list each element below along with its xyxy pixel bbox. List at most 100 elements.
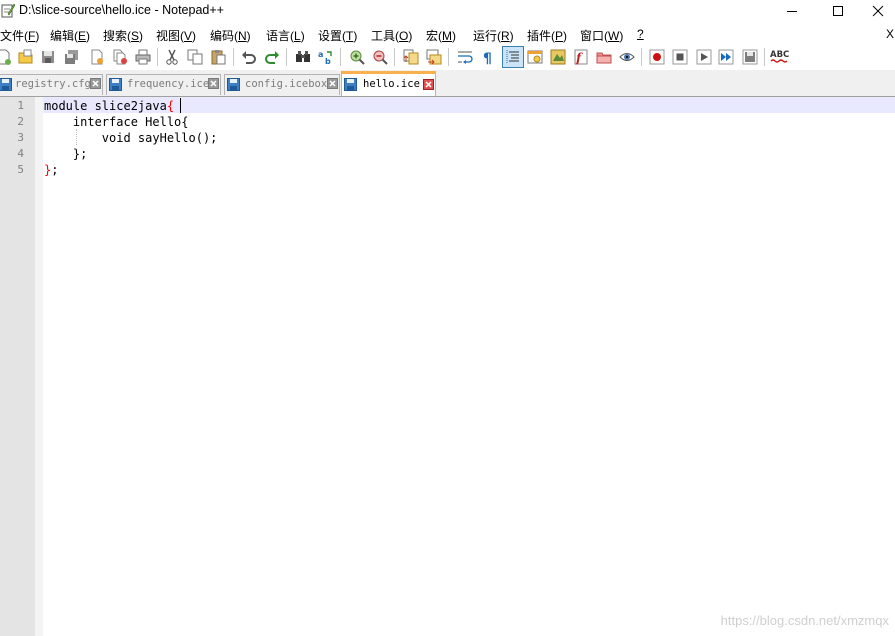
svg-text:a: a xyxy=(318,50,323,59)
toolbar-separator xyxy=(448,48,449,66)
line-number: 4 xyxy=(17,147,24,160)
svg-text:¶: ¶ xyxy=(483,51,492,65)
run-macro-multiple-button[interactable] xyxy=(716,47,736,67)
redo-icon xyxy=(265,51,279,64)
menu-window[interactable]: 窗口(W) xyxy=(580,27,623,44)
code-line: void sayHello(); xyxy=(44,131,218,145)
save-macro-icon xyxy=(742,49,758,65)
doc-map-icon xyxy=(550,49,566,65)
tab-bar: registry.cfg frequency.ice config.icebox… xyxy=(0,70,895,97)
print-button[interactable] xyxy=(133,47,153,67)
tab-close-icon[interactable] xyxy=(208,78,219,89)
menu-encoding[interactable]: 编码(N) xyxy=(210,27,251,44)
menu-search[interactable]: 搜索(S) xyxy=(103,27,143,44)
find-button[interactable] xyxy=(293,47,313,67)
paste-button[interactable] xyxy=(208,47,228,67)
word-wrap-button[interactable] xyxy=(455,47,475,67)
sync-vertical-icon xyxy=(403,49,419,65)
user-defined-language-button[interactable] xyxy=(525,47,545,67)
paste-icon xyxy=(211,50,226,65)
menu-file[interactable]: 文件(F) xyxy=(0,27,39,44)
document-map-button[interactable] xyxy=(548,47,568,67)
toolbar-separator xyxy=(641,48,642,66)
toolbar-separator xyxy=(233,48,234,66)
code-line: interface Hello{ xyxy=(44,115,189,129)
copy-button[interactable] xyxy=(185,47,205,67)
file-saved-icon xyxy=(0,78,12,91)
tab-close-icon[interactable] xyxy=(327,78,338,89)
menu-settings[interactable]: 设置(T) xyxy=(318,27,357,44)
open-file-button[interactable] xyxy=(16,47,36,67)
tab-close-icon[interactable] xyxy=(423,79,434,90)
zoom-out-icon xyxy=(373,50,388,65)
play-macro-button[interactable] xyxy=(694,47,714,67)
menu-run[interactable]: 运行(R) xyxy=(473,27,514,44)
print-icon xyxy=(135,49,151,65)
zoom-in-button[interactable] xyxy=(347,47,367,67)
close-file-button[interactable] xyxy=(87,47,107,67)
minimize-icon xyxy=(787,11,797,12)
save-button[interactable] xyxy=(38,47,58,67)
indent-guide-icon xyxy=(506,50,519,64)
monitoring-icon xyxy=(619,53,635,61)
run-macro-multiple-icon xyxy=(718,49,734,65)
sync-vertical-button[interactable] xyxy=(401,47,421,67)
close-icon xyxy=(91,49,103,65)
copy-icon xyxy=(187,49,203,65)
spell-check-label: ABC xyxy=(770,50,789,60)
redo-button[interactable] xyxy=(262,47,282,67)
toolbar-separator xyxy=(394,48,395,66)
new-file-button[interactable] xyxy=(0,47,14,67)
replace-icon: ab xyxy=(318,50,332,65)
text-editor[interactable]: module slice2java{ interface Hello{ void… xyxy=(43,97,895,636)
file-saved-icon xyxy=(227,78,240,91)
menu-macro[interactable]: 宏(M) xyxy=(426,27,456,44)
fold-margin[interactable] xyxy=(35,97,43,636)
undo-icon xyxy=(242,51,256,64)
undo-button[interactable] xyxy=(239,47,259,67)
maximize-button[interactable] xyxy=(815,0,861,22)
toolbar-separator xyxy=(286,48,287,66)
code-line: }; xyxy=(44,163,59,177)
toolbar-separator xyxy=(340,48,341,66)
replace-button[interactable]: ab xyxy=(316,47,336,67)
menu-plugins[interactable]: 插件(P) xyxy=(527,27,567,44)
save-all-button[interactable] xyxy=(62,47,82,67)
menu-tools[interactable]: 工具(O) xyxy=(371,27,412,44)
save-macro-button[interactable] xyxy=(740,47,760,67)
tab-hello-ice[interactable]: hello.ice xyxy=(341,71,436,96)
stop-macro-button[interactable] xyxy=(670,47,690,67)
save-icon xyxy=(42,51,54,63)
record-macro-button[interactable] xyxy=(647,47,667,67)
text-caret xyxy=(180,98,181,113)
close-window-button[interactable] xyxy=(861,0,895,22)
zoom-in-icon xyxy=(350,50,365,65)
record-macro-icon xyxy=(649,49,665,65)
close-document-button[interactable]: X xyxy=(886,27,894,41)
close-icon xyxy=(872,5,884,17)
cut-icon xyxy=(166,49,178,65)
folder-as-workspace-button[interactable] xyxy=(594,47,614,67)
spell-check-button[interactable]: ABC xyxy=(770,47,790,67)
tab-registry-cfg[interactable]: registry.cfg xyxy=(0,74,103,95)
show-all-characters-button[interactable]: ¶ xyxy=(478,47,498,67)
indent-guide-button[interactable] xyxy=(502,46,524,68)
new-file-icon xyxy=(0,49,11,65)
close-all-button[interactable] xyxy=(110,47,130,67)
menu-language[interactable]: 语言(L) xyxy=(266,27,305,44)
sync-horizontal-button[interactable] xyxy=(424,47,444,67)
udl-icon xyxy=(527,50,543,64)
function-list-button[interactable]: f xyxy=(571,47,591,67)
cut-button[interactable] xyxy=(162,47,182,67)
menu-view[interactable]: 视图(V) xyxy=(156,27,196,44)
menu-help[interactable]: ? xyxy=(637,27,644,41)
monitoring-button[interactable] xyxy=(617,47,637,67)
maximize-icon xyxy=(833,6,843,16)
tab-frequency-ice[interactable]: frequency.ice xyxy=(106,74,221,95)
zoom-out-button[interactable] xyxy=(370,47,390,67)
menu-edit[interactable]: 编辑(E) xyxy=(50,27,90,44)
tab-close-icon[interactable] xyxy=(90,78,101,89)
tab-config-icebox[interactable]: config.icebox xyxy=(224,74,340,95)
minimize-button[interactable] xyxy=(769,0,815,22)
word-wrap-icon xyxy=(458,51,473,64)
